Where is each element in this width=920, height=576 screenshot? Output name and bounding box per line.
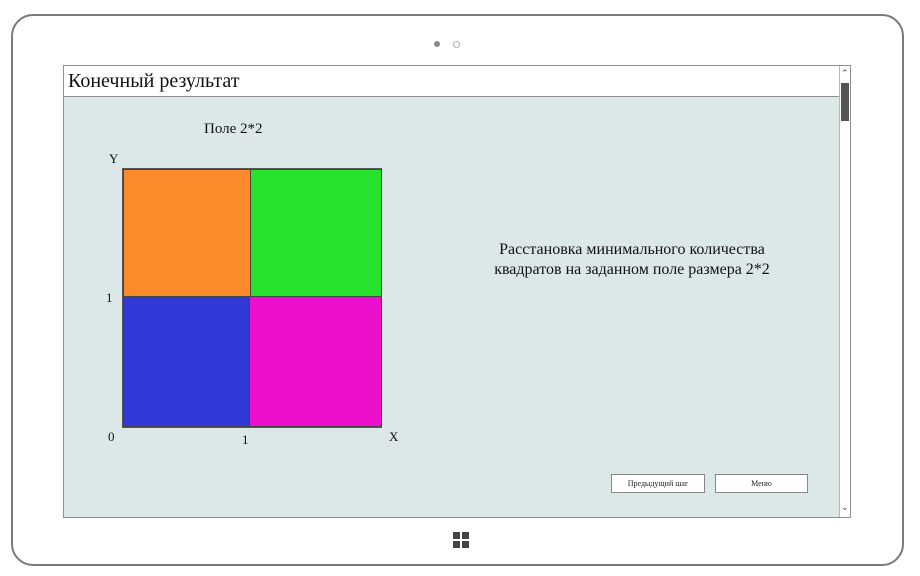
x-tick-label: 1: [242, 432, 249, 447]
field-grid: [122, 168, 382, 428]
camera-dot-icon: [434, 41, 440, 47]
square-top-left: [123, 169, 251, 297]
chevron-up-icon[interactable]: ⌃: [841, 70, 849, 79]
title-bar: Конечный результат: [64, 66, 840, 97]
menu-button[interactable]: Меню: [715, 474, 808, 493]
y-axis-label: Y: [109, 151, 119, 166]
field-title: Поле 2*2: [204, 121, 263, 137]
y-tick-label: 1: [106, 290, 113, 305]
chevron-down-icon[interactable]: ⌄: [841, 504, 849, 513]
origin-label: 0: [108, 429, 115, 444]
previous-step-button[interactable]: Предыдущий шаг: [611, 474, 705, 493]
camera-lens-icon: [453, 41, 460, 48]
square-top-right: [250, 169, 382, 297]
window-title: Конечный результат: [68, 70, 240, 92]
vertical-scrollbar[interactable]: ⌃ ⌄: [839, 66, 850, 517]
windows-logo-icon[interactable]: [453, 532, 469, 548]
result-description: Расстановка минимального количества квад…: [494, 241, 770, 278]
x-axis-label: X: [389, 429, 399, 444]
app-window: Конечный результат Поле 2*2 Y 1 0 1 X Ра…: [63, 65, 851, 518]
scrollbar-thumb[interactable]: [841, 83, 849, 121]
content-area: Поле 2*2 Y 1 0 1 X Расстановка минимальн…: [64, 97, 840, 517]
square-bottom-left: [123, 296, 250, 427]
square-bottom-right: [249, 296, 382, 427]
